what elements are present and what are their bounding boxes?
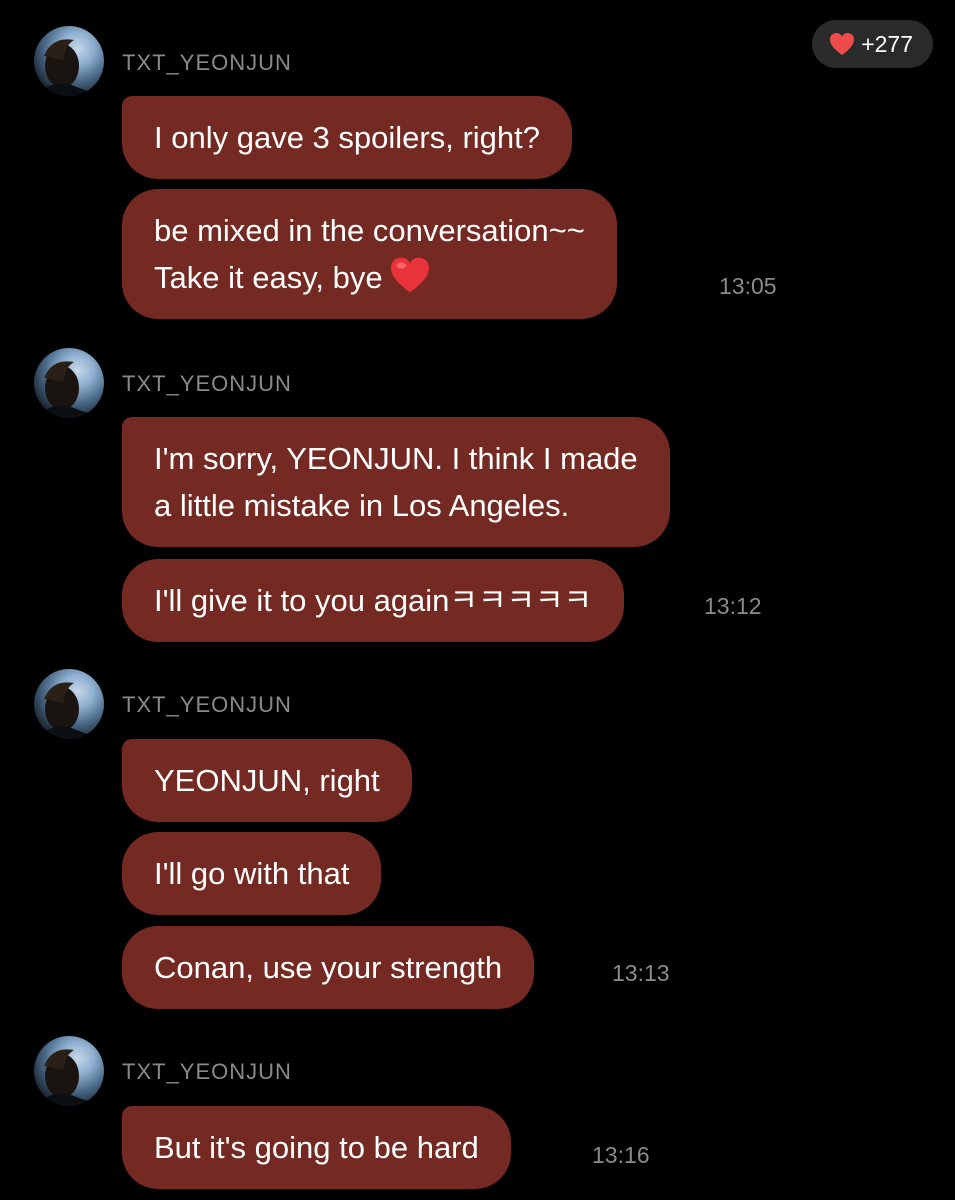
heart-icon — [390, 257, 429, 293]
sender-name: TXT_YEONJUN — [122, 692, 292, 717]
message-timestamp: 13:12 — [704, 593, 762, 619]
message-text: I'll go with that — [154, 856, 350, 891]
message-bubble[interactable]: Conan, use your strength — [122, 926, 535, 1009]
message-text: Conan, use your strength — [154, 950, 503, 985]
sender-name: TXT_YEONJUN — [122, 50, 292, 75]
sender-name: TXT_YEONJUN — [122, 371, 292, 396]
like-count: +277 — [861, 30, 913, 57]
chat-screen: +277 TXT_YEONJUN I only gave 3 spoilers,… — [0, 0, 955, 1200]
message-text: be mixed in the conversation~~ — [154, 213, 585, 248]
message-timestamp: 13:13 — [612, 960, 670, 986]
heart-icon — [830, 33, 855, 55]
message-bubble[interactable]: I'm sorry, YEONJUN. I think I made a lit… — [122, 417, 670, 547]
message-text: a little mistake in Los Angeles. — [154, 488, 570, 523]
message-text: I only gave 3 spoilers, right? — [154, 120, 540, 155]
message-bubble[interactable]: But it's going to be hard — [122, 1106, 511, 1189]
message-text: But it's going to be hard — [154, 1130, 479, 1165]
message-bubble[interactable]: I'll go with that — [122, 832, 382, 915]
message-bubble[interactable]: I only gave 3 spoilers, right? — [122, 96, 572, 179]
message-timestamp: 13:16 — [592, 1142, 650, 1168]
sender-name: TXT_YEONJUN — [122, 1059, 292, 1084]
message-text: Take it easy, bye — [154, 260, 383, 295]
message-bubble[interactable]: YEONJUN, right — [122, 739, 412, 822]
message-text: I'll give it to you againㅋㅋㅋㅋㅋ — [154, 583, 593, 618]
message-text: I'm sorry, YEONJUN. I think I made — [154, 441, 638, 476]
avatar[interactable] — [34, 348, 104, 418]
avatar[interactable] — [34, 669, 104, 739]
avatar[interactable] — [34, 1036, 104, 1106]
message-bubble[interactable]: be mixed in the conversation~~ Take it e… — [122, 189, 617, 319]
message-text: YEONJUN, right — [154, 763, 380, 798]
like-count-badge[interactable]: +277 — [812, 20, 933, 68]
message-bubble[interactable]: I'll give it to you againㅋㅋㅋㅋㅋ — [122, 559, 625, 642]
avatar[interactable] — [34, 26, 104, 96]
message-timestamp: 13:05 — [719, 273, 777, 299]
